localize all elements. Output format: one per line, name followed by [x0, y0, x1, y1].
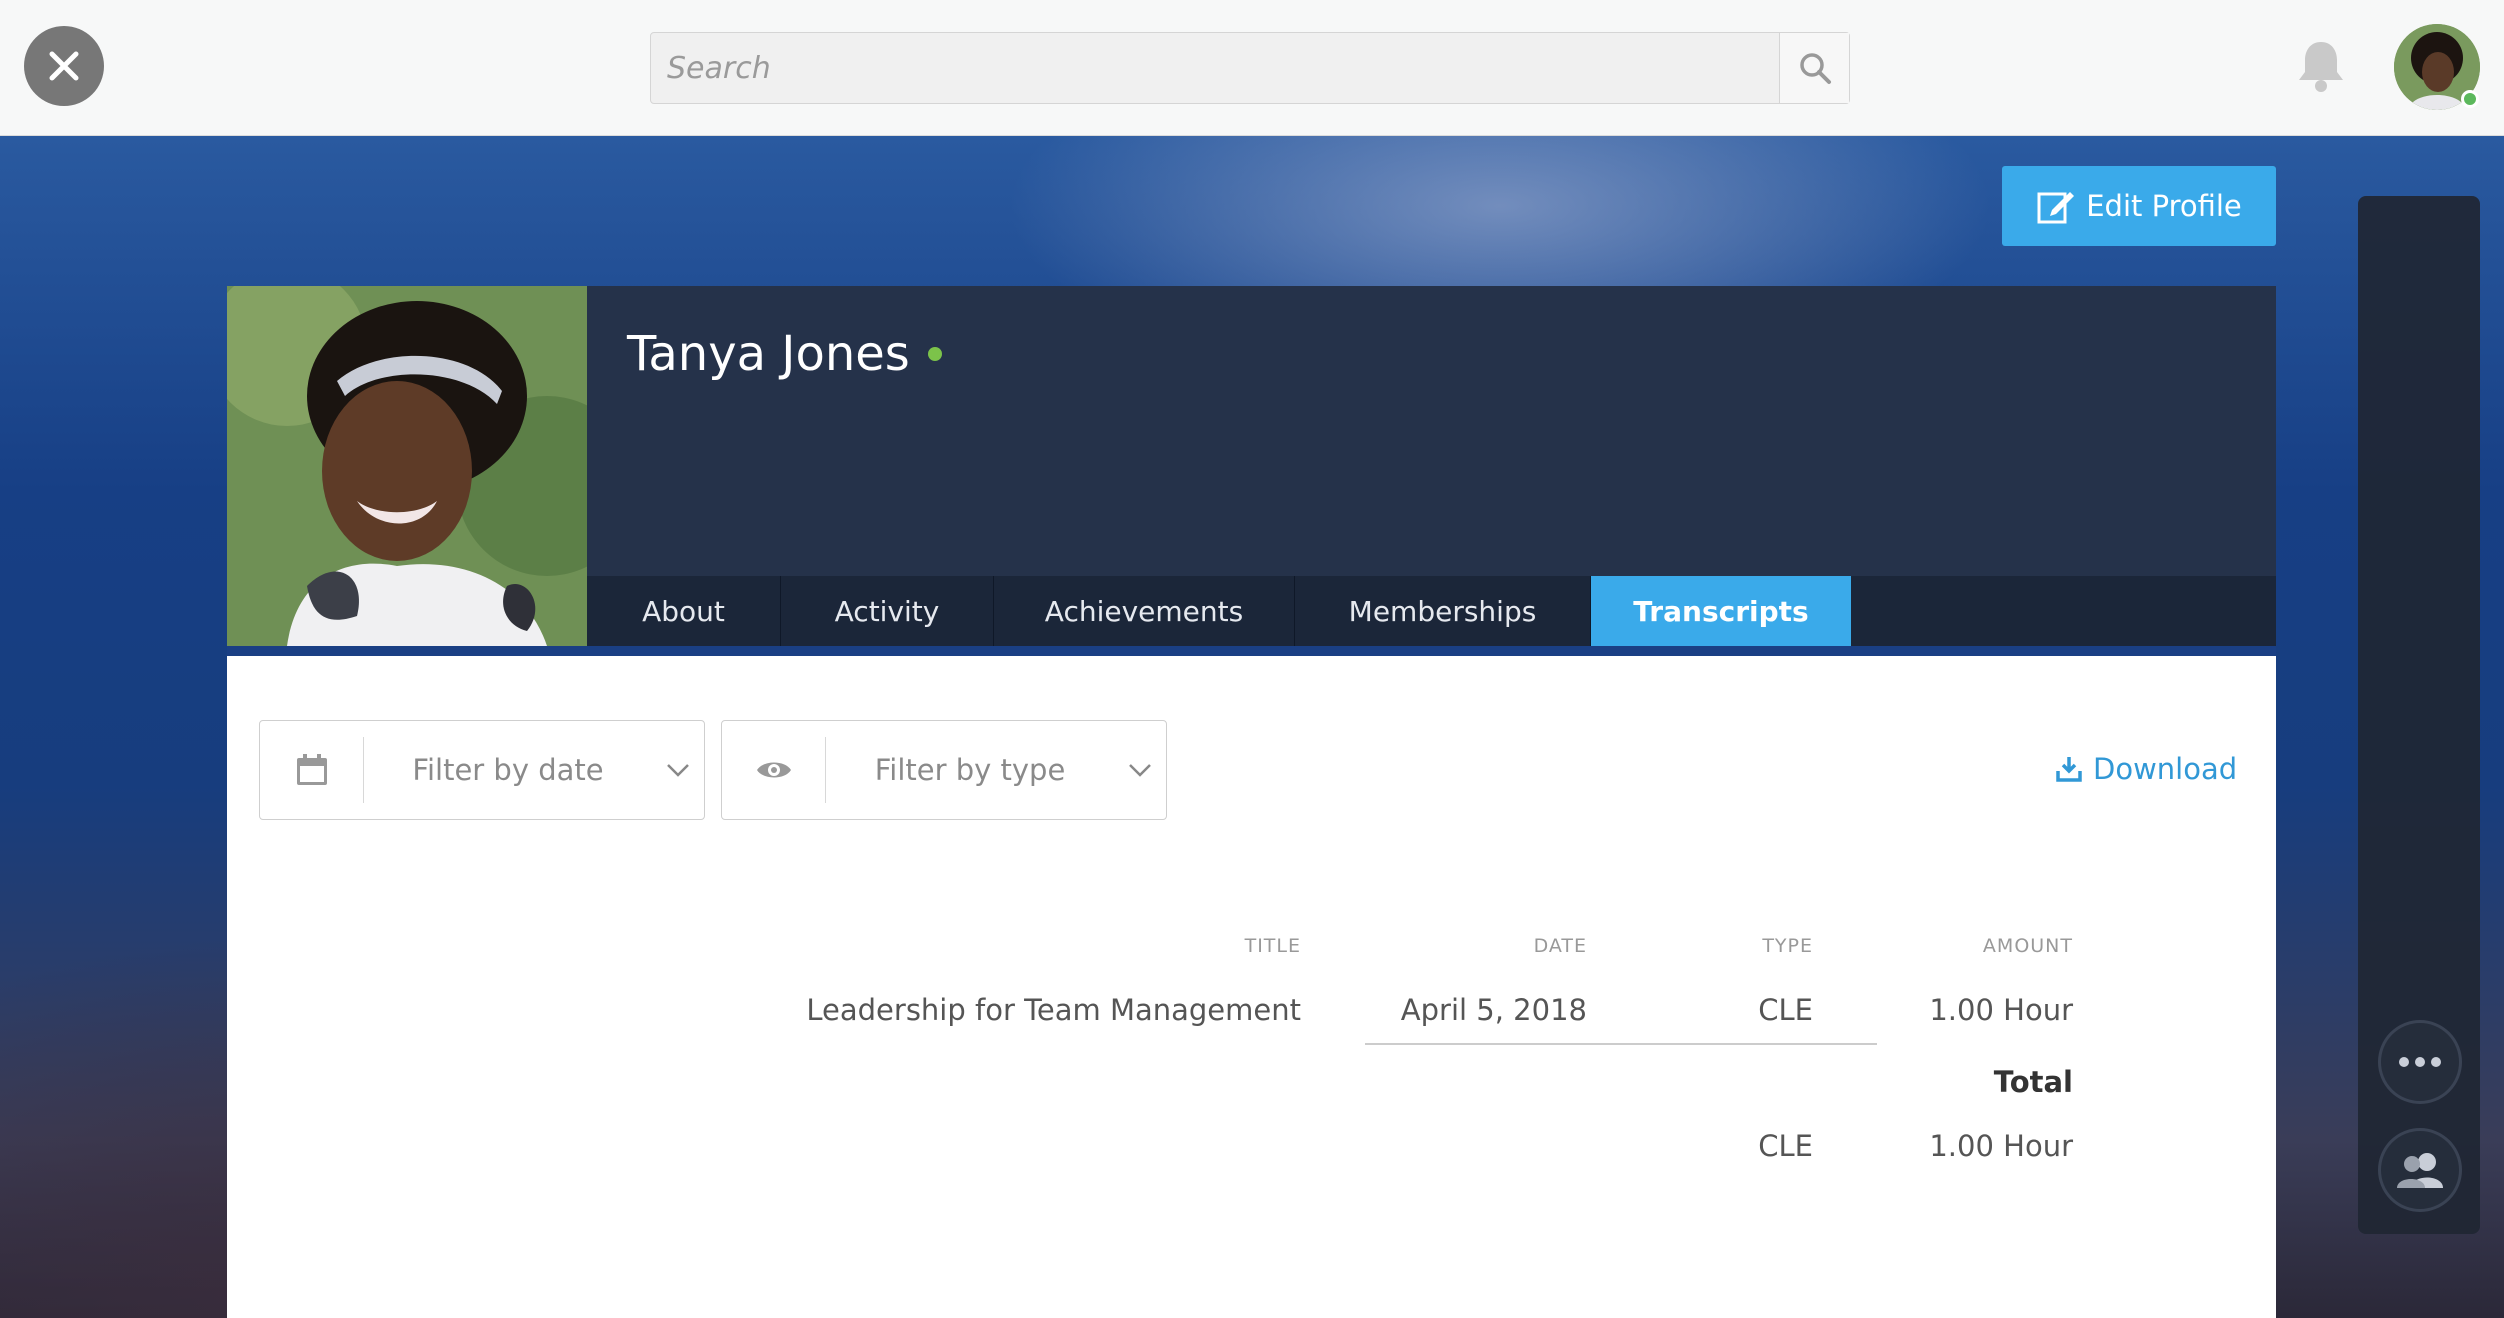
transcripts-panel: Filter by date Filter by type Download T…	[227, 656, 2276, 1318]
tab-achievements[interactable]: Achievements	[994, 576, 1295, 646]
download-label: Download	[2093, 752, 2238, 786]
online-status-dot	[927, 347, 942, 361]
column-header-title: TITLE	[1244, 935, 1301, 957]
contacts-button[interactable]	[2378, 1128, 2462, 1212]
row-type: CLE	[1758, 993, 1813, 1027]
calendar-icon	[296, 754, 327, 785]
search-icon	[1799, 53, 1831, 84]
profile-photo	[227, 286, 587, 646]
users-icon	[2397, 1153, 2443, 1188]
search-button[interactable]	[1779, 33, 1849, 103]
total-divider	[1365, 1043, 1877, 1045]
edit-profile-button[interactable]: Edit Profile	[2002, 166, 2276, 246]
column-header-date: DATE	[1533, 935, 1587, 957]
chevron-down-icon	[1129, 764, 1151, 777]
tab-activity[interactable]: Activity	[781, 576, 994, 646]
filter-by-type-label: Filter by type	[874, 753, 1066, 787]
filter-by-date-label: Filter by date	[412, 753, 604, 787]
online-status-dot	[2461, 90, 2479, 108]
tab-about[interactable]: About	[587, 576, 781, 646]
close-button[interactable]	[24, 26, 104, 106]
column-header-amount: AMOUNT	[1982, 935, 2073, 957]
header-divider	[227, 646, 2276, 656]
more-options-button[interactable]	[2378, 1020, 2462, 1104]
tab-transcripts[interactable]: Transcripts	[1591, 576, 1851, 646]
filter-by-type-dropdown[interactable]: Filter by type	[721, 720, 1167, 820]
edit-icon	[2037, 192, 2075, 224]
more-icon	[2399, 1057, 2441, 1067]
total-type: CLE	[1758, 1129, 1813, 1163]
search-bar	[650, 32, 1850, 104]
notifications-bell-icon[interactable]	[2296, 38, 2346, 94]
chevron-down-icon	[667, 764, 689, 777]
total-label: Total	[1993, 1065, 2073, 1099]
row-amount: 1.00 Hour	[1929, 993, 2073, 1027]
profile-tabs: About Activity Achievements Memberships …	[587, 576, 2276, 646]
search-input[interactable]	[651, 33, 1779, 103]
edit-profile-label: Edit Profile	[2086, 189, 2242, 223]
column-header-type: TYPE	[1762, 935, 1813, 957]
row-title: Leadership for Team Management	[806, 993, 1301, 1027]
tab-memberships[interactable]: Memberships	[1295, 576, 1591, 646]
filter-by-date-dropdown[interactable]: Filter by date	[259, 720, 705, 820]
row-date: April 5, 2018	[1400, 993, 1587, 1027]
eye-icon	[756, 762, 791, 778]
close-icon	[49, 51, 79, 81]
download-button[interactable]: Download	[2055, 752, 2237, 786]
download-icon	[2056, 757, 2082, 782]
profile-header: Tanya Jones About Activity Achievements …	[227, 286, 2276, 646]
profile-name-row: Tanya Jones	[627, 326, 942, 382]
top-bar	[0, 0, 2504, 136]
total-amount: 1.00 Hour	[1929, 1129, 2073, 1163]
profile-name: Tanya Jones	[627, 326, 910, 382]
